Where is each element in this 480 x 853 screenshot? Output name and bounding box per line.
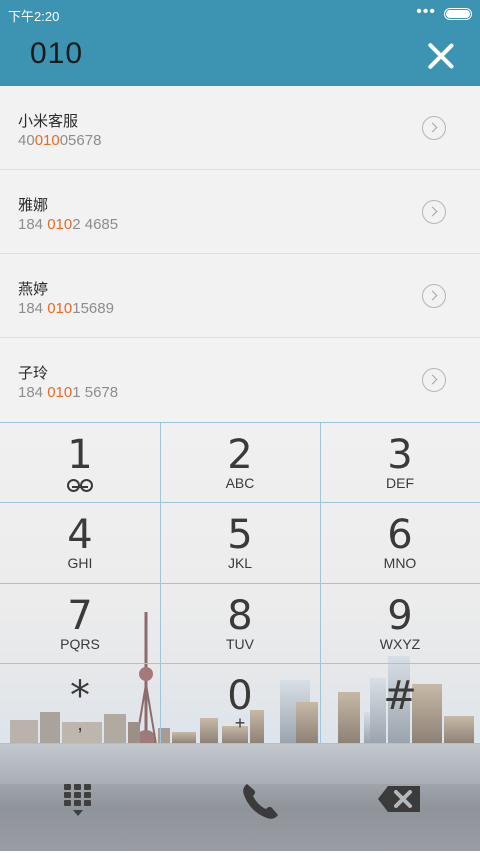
battery-icon xyxy=(444,8,472,20)
key-digit: 9 xyxy=(387,593,413,639)
key-9[interactable]: 9 WXYZ xyxy=(320,583,480,663)
key-letters: GHI xyxy=(67,555,93,571)
contact-result-row[interactable]: 雅娜 184 0102 4685 xyxy=(0,170,480,254)
contact-result-row[interactable]: 子玲 184 0101 5678 xyxy=(0,338,480,422)
key-letters: TUV xyxy=(226,636,254,652)
contact-name: 子玲 xyxy=(18,364,49,382)
number-suffix: 05678 xyxy=(59,132,102,149)
key-digit: # xyxy=(383,673,417,719)
status-bar: 下午2:20 ••• xyxy=(0,0,480,28)
key-0[interactable]: 0 + xyxy=(160,663,320,743)
chevron-right-circle-icon[interactable] xyxy=(422,368,446,392)
key-1[interactable]: 1 xyxy=(0,422,160,502)
dialpad-icon[interactable] xyxy=(60,780,96,820)
number-suffix: 1 5678 xyxy=(72,384,119,401)
number-prefix: 184 xyxy=(18,216,48,233)
dialed-number-input[interactable]: 010 xyxy=(30,37,83,71)
dialer-action-bar xyxy=(0,744,480,853)
number-suffix: 2 4685 xyxy=(72,216,119,233)
key-digit: 6 xyxy=(387,512,413,558)
key-digit: 1 xyxy=(67,432,93,478)
contact-number: 184 0101 5678 xyxy=(18,384,118,401)
key-3[interactable]: 3 DEF xyxy=(320,422,480,502)
contact-name: 小米客服 xyxy=(18,112,79,130)
key-letters: DEF xyxy=(386,475,414,491)
contact-name: 雅娜 xyxy=(18,196,49,214)
key-letters: PQRS xyxy=(60,636,100,652)
number-match-highlight: 010 xyxy=(34,132,60,149)
number-prefix: 184 xyxy=(18,384,48,401)
status-time: 下午2:20 xyxy=(8,9,60,24)
dial-keypad: 1 2 ABC 3 DEF 4 GHI 5 JKL 6 MNO 7 PQRS 8… xyxy=(0,422,480,744)
backspace-icon[interactable] xyxy=(376,782,424,816)
key-digit: 3 xyxy=(387,432,413,478)
key-letters: + xyxy=(234,713,246,733)
key-digit: 4 xyxy=(67,512,93,558)
contact-number: 184 0102 4685 xyxy=(18,216,118,233)
key-star[interactable]: * , xyxy=(0,663,160,743)
key-letters: JKL xyxy=(227,555,253,571)
voicemail-icon xyxy=(67,479,93,492)
key-letters: ABC xyxy=(225,475,255,491)
number-match-highlight: 010 xyxy=(47,216,73,233)
key-7[interactable]: 7 PQRS xyxy=(0,583,160,663)
number-match-highlight: 010 xyxy=(47,384,73,401)
key-digit: 7 xyxy=(67,593,93,639)
key-digit: 5 xyxy=(227,512,253,558)
number-prefix: 184 xyxy=(18,300,48,317)
key-2[interactable]: 2 ABC xyxy=(160,422,320,502)
key-letters: , xyxy=(77,713,83,735)
chevron-right-circle-icon[interactable] xyxy=(422,284,446,308)
contact-result-row[interactable]: 小米客服 4001005678 xyxy=(0,86,480,170)
phone-icon[interactable] xyxy=(237,778,283,824)
key-letters: WXYZ xyxy=(379,636,421,652)
key-digit: 8 xyxy=(227,593,253,639)
contact-number: 4001005678 xyxy=(18,132,101,149)
dialer-header: 010 xyxy=(0,28,480,86)
key-digit: 2 xyxy=(227,432,253,478)
key-hash[interactable]: # xyxy=(320,663,480,743)
chevron-right-circle-icon[interactable] xyxy=(422,200,446,224)
key-5[interactable]: 5 JKL xyxy=(160,502,320,582)
number-match-highlight: 010 xyxy=(47,300,73,317)
contact-results-list: 小米客服 4001005678 雅娜 184 0102 4685 燕婷 184 … xyxy=(0,86,480,422)
key-letters: MNO xyxy=(383,555,417,571)
number-prefix: 40 xyxy=(18,132,35,149)
key-4[interactable]: 4 GHI xyxy=(0,502,160,582)
close-icon[interactable] xyxy=(424,39,458,73)
signal-dots-icon: ••• xyxy=(416,3,436,20)
number-suffix: 15689 xyxy=(72,300,114,317)
key-8[interactable]: 8 TUV xyxy=(160,583,320,663)
contact-number: 184 01015689 xyxy=(18,300,114,317)
contact-name: 燕婷 xyxy=(18,280,49,298)
chevron-right-circle-icon[interactable] xyxy=(422,116,446,140)
contact-result-row[interactable]: 燕婷 184 01015689 xyxy=(0,254,480,338)
key-6[interactable]: 6 MNO xyxy=(320,502,480,582)
